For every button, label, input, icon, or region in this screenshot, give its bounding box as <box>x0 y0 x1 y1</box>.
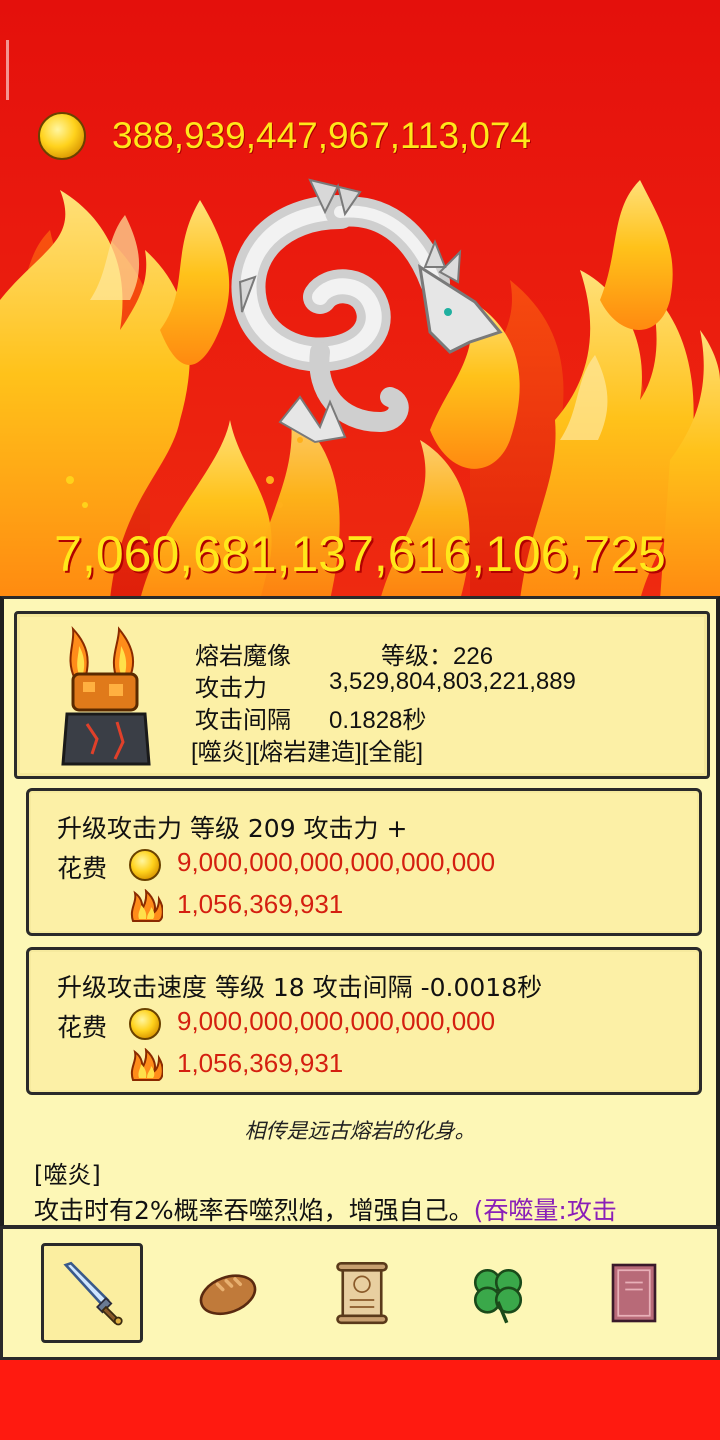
flame-cost: 1,056,369,931 <box>177 889 344 919</box>
gold-amount: 388,939,447,967,113,074 <box>112 115 532 156</box>
nav-luck-tab[interactable] <box>447 1243 549 1343</box>
sword-icon <box>63 1261 123 1326</box>
interval-value: 0.1828秒 <box>329 707 427 734</box>
upgrade-attack-title: 升级攻击力 等级 209 攻击力 + <box>57 814 408 843</box>
gold-coin-icon <box>38 112 86 160</box>
flame-cost: 1,056,369,931 <box>177 1048 344 1078</box>
status-bar-indicator <box>6 40 9 100</box>
bread-icon <box>199 1274 257 1316</box>
attack-label: 攻击力 <box>195 675 267 702</box>
fire-essence-icon <box>130 1048 163 1081</box>
bottom-margin <box>0 1360 720 1440</box>
cost-label: 花费 <box>57 1013 108 1042</box>
nav-book-tab[interactable] <box>583 1243 685 1343</box>
attack-value: 3,529,804,803,221,889 <box>329 668 576 695</box>
upgrade-attack-button[interactable]: 升级攻击力 等级 209 攻击力 + 花费 9,000,000,000,000,… <box>26 788 702 936</box>
gold-coin-icon <box>129 849 161 881</box>
skill-description: 攻击时有2%概率吞噬烈焰，增强自己。(吞噬量:攻击 <box>34 1191 684 1227</box>
gold-cost: 9,000,000,000,000,000,000 <box>177 1006 496 1036</box>
gold-counter: 388,939,447,967,113,074 <box>38 112 531 160</box>
lava-golem-portrait <box>61 626 151 766</box>
nav-food-tab[interactable] <box>177 1243 279 1343</box>
nav-weapon-tab[interactable] <box>41 1243 143 1343</box>
fire-essence-icon <box>130 889 163 922</box>
skill-description-text: 攻击时有2%概率吞噬烈焰，增强自己。 <box>34 1196 474 1225</box>
unit-traits: [噬炎][熔岩建造][全能] <box>191 739 424 766</box>
unit-lore: 相传是远古熔岩的化身。 <box>244 1119 476 1143</box>
skill-name: [噬炎] <box>34 1161 101 1189</box>
gold-coin-icon <box>129 1008 161 1040</box>
gold-cost: 9,000,000,000,000,000,000 <box>177 847 496 877</box>
cost-label: 花费 <box>57 854 108 883</box>
unit-level: 等级：226 <box>381 643 494 670</box>
battle-scene: 388,939,447,967,113,074 7,060,681,137,61… <box>0 0 720 600</box>
unit-name: 熔岩魔像 <box>195 643 291 670</box>
silver-dragon-enemy[interactable] <box>220 172 510 462</box>
scroll-icon <box>336 1261 388 1325</box>
interval-label: 攻击间隔 <box>195 707 291 734</box>
skill-extra-info: (吞噬量:攻击 <box>473 1196 617 1225</box>
total-damage-counter: 7,060,681,137,616,106,725 <box>54 526 666 582</box>
book-icon <box>611 1263 657 1323</box>
bottom-nav <box>0 1226 720 1360</box>
unit-info-card: 熔岩魔像 等级：226 攻击力 3,529,804,803,221,889 攻击… <box>14 611 710 779</box>
unit-panel: 熔岩魔像 等级：226 攻击力 3,529,804,803,221,889 攻击… <box>0 596 720 1228</box>
upgrade-speed-title: 升级攻击速度 等级 18 攻击间隔 -0.0018秒 <box>57 973 543 1002</box>
clover-icon <box>473 1268 523 1324</box>
upgrade-speed-button[interactable]: 升级攻击速度 等级 18 攻击间隔 -0.0018秒 花费 9,000,000,… <box>26 947 702 1095</box>
nav-scroll-tab[interactable] <box>311 1243 413 1343</box>
